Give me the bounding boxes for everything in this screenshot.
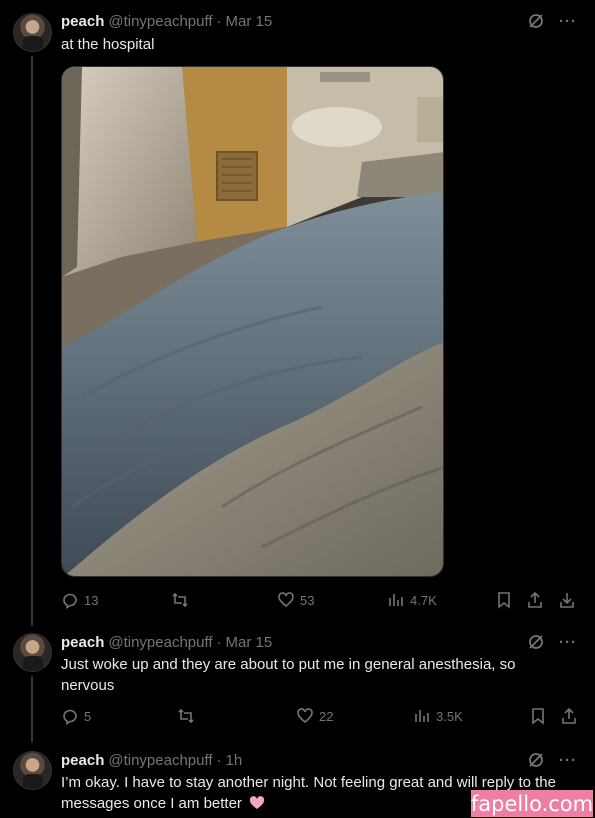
retweet-button[interactable] xyxy=(171,591,189,609)
share-icon xyxy=(562,707,576,724)
retweet-icon xyxy=(172,592,188,608)
tweet-header: peach @tinypeachpuff · Mar 15 xyxy=(61,632,272,652)
views-button[interactable]: 3.5K xyxy=(413,707,463,725)
tweet-top-icons: ··· xyxy=(527,633,577,651)
tweet-date[interactable]: 1h xyxy=(226,752,243,769)
pink-heart-icon xyxy=(250,796,265,809)
more-icon[interactable]: ··· xyxy=(559,752,577,769)
user-handle[interactable]: @tinypeachpuff xyxy=(108,752,212,769)
tweet-text: Just woke up and they are about to put m… xyxy=(61,656,516,694)
retweet-button[interactable] xyxy=(177,707,195,725)
display-name[interactable]: peach xyxy=(61,752,104,769)
share-icon xyxy=(528,591,542,608)
tweet-top-icons: ··· xyxy=(527,12,577,30)
views-button[interactable]: 4.7K xyxy=(387,591,437,609)
thread-line xyxy=(31,56,33,626)
reply-icon xyxy=(63,709,77,725)
bookmark-icon xyxy=(532,708,544,725)
heart-icon xyxy=(278,592,294,608)
tweet-top-icons: ··· xyxy=(527,751,577,769)
grok-icon[interactable] xyxy=(527,633,545,651)
user-handle[interactable]: @tinypeachpuff xyxy=(108,634,212,651)
bookmark-icon xyxy=(498,592,510,609)
grok-icon[interactable] xyxy=(527,751,545,769)
retweet-icon xyxy=(178,708,194,724)
download-icon xyxy=(560,593,574,608)
watermark: fapello.com xyxy=(470,790,594,817)
more-icon[interactable]: ··· xyxy=(559,634,577,651)
reply-count: 5 xyxy=(84,708,92,724)
avatar[interactable] xyxy=(13,633,52,672)
reply-count: 13 xyxy=(84,592,99,608)
views-icon xyxy=(415,710,429,722)
grok-icon[interactable] xyxy=(527,12,545,30)
heart-icon xyxy=(297,708,313,724)
views-icon xyxy=(389,594,403,606)
tweet-header: peach @tinypeachpuff · 1h xyxy=(61,750,242,770)
bookmark-button[interactable] xyxy=(495,591,513,609)
thread-line xyxy=(31,676,33,742)
tweet-actions: 5 22 3.5K xyxy=(61,707,581,727)
view-count: 4.7K xyxy=(410,592,437,608)
separator-dot: · xyxy=(216,12,222,30)
separator-dot: · xyxy=(216,633,222,651)
like-button[interactable]: 22 xyxy=(296,707,333,725)
display-name[interactable]: peach xyxy=(61,13,104,30)
tweet-header: peach @tinypeachpuff · Mar 15 xyxy=(61,11,272,31)
download-button[interactable] xyxy=(558,591,576,609)
share-button[interactable] xyxy=(560,707,578,725)
like-button[interactable]: 53 xyxy=(277,591,314,609)
like-count: 22 xyxy=(319,708,334,724)
more-icon[interactable]: ··· xyxy=(559,13,577,30)
reply-icon xyxy=(63,593,77,609)
share-button[interactable] xyxy=(526,591,544,609)
tweet-date[interactable]: Mar 15 xyxy=(226,634,273,651)
reply-button[interactable]: 5 xyxy=(61,707,91,725)
like-count: 53 xyxy=(300,592,315,608)
separator-dot: · xyxy=(216,751,222,769)
tweet-actions: 13 53 4.7K xyxy=(61,591,581,611)
view-count: 3.5K xyxy=(436,708,463,724)
avatar[interactable] xyxy=(13,13,52,52)
display-name[interactable]: peach xyxy=(61,634,104,651)
hospital-bed-photo[interactable] xyxy=(61,66,444,577)
avatar[interactable] xyxy=(13,751,52,790)
reply-button[interactable]: 13 xyxy=(61,591,98,609)
tweet-date[interactable]: Mar 15 xyxy=(226,13,273,30)
user-handle[interactable]: @tinypeachpuff xyxy=(108,13,212,30)
bookmark-button[interactable] xyxy=(529,707,547,725)
tweet-text: at the hospital xyxy=(61,36,155,53)
